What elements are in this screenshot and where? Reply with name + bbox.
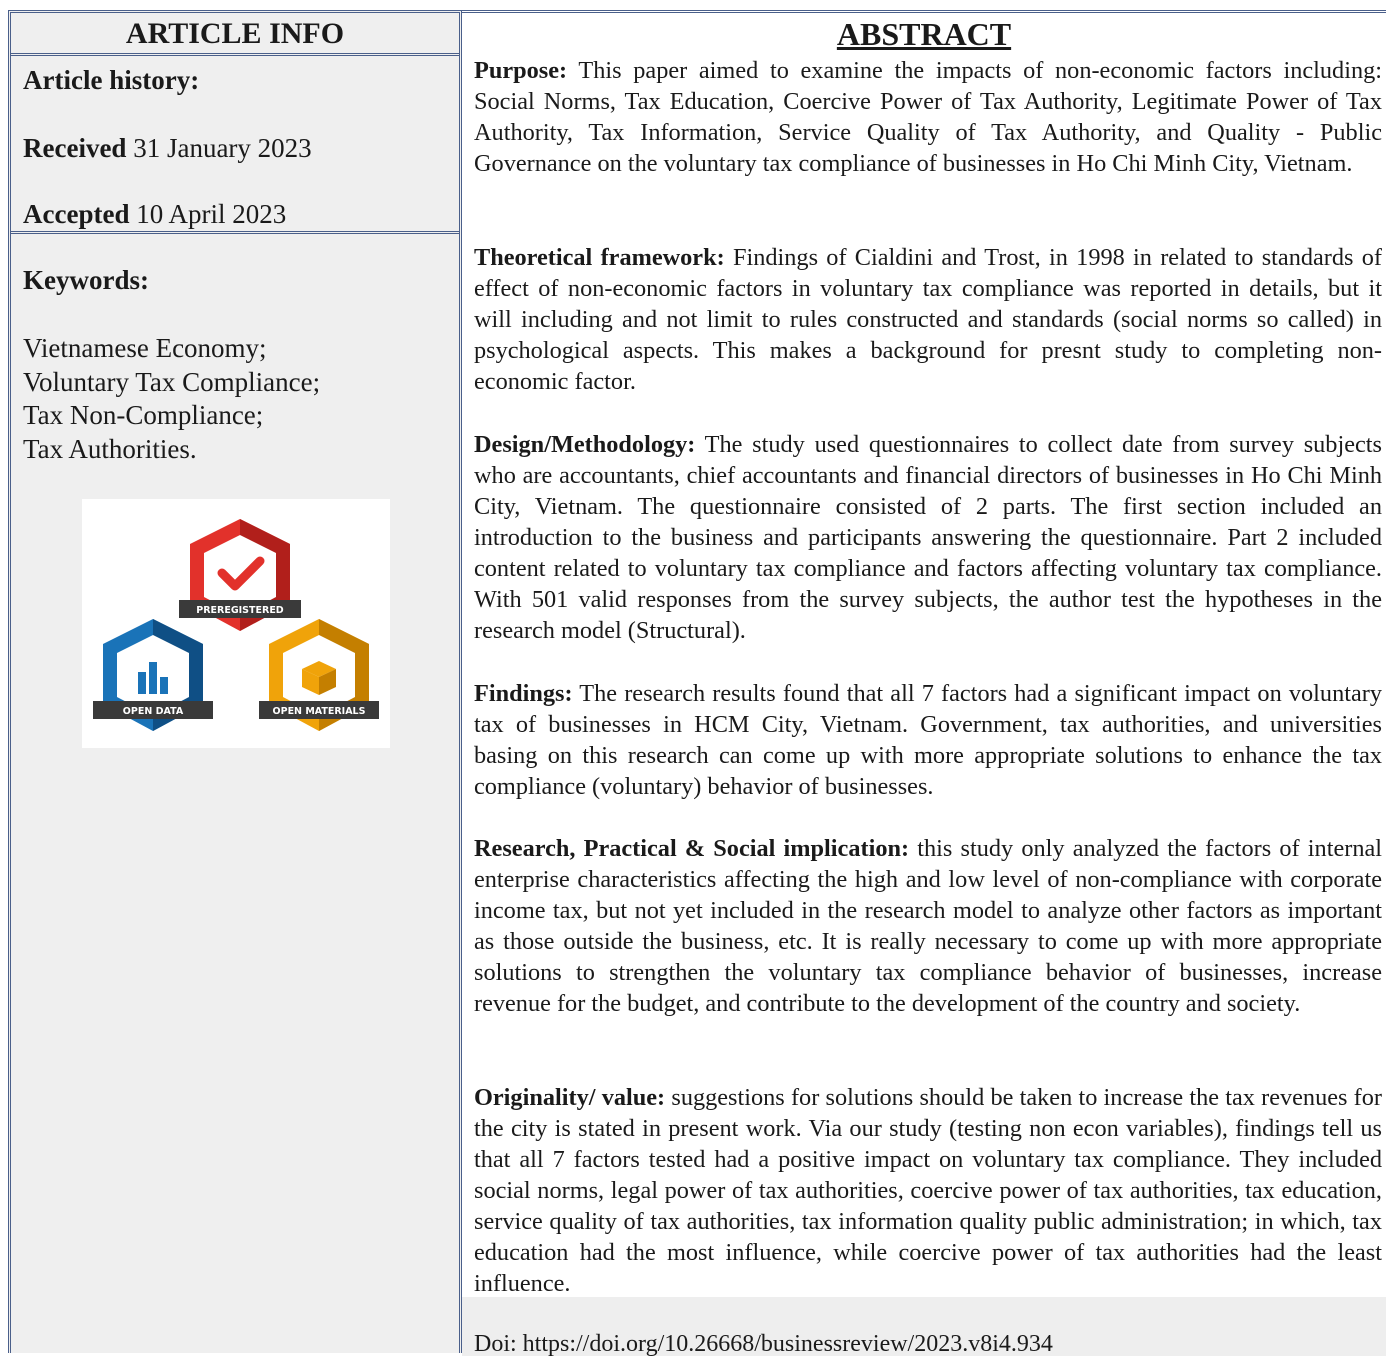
section-heading: Theoretical framework: <box>474 244 725 271</box>
received-label: Received <box>23 133 127 163</box>
open-materials-label: OPEN MATERIALS <box>273 706 366 717</box>
keywords-label: Keywords: <box>23 265 149 295</box>
section-heading: Purpose: <box>474 57 568 84</box>
received-date: 31 January 2023 <box>133 133 312 163</box>
open-science-badges: PREREGISTERED OPEN DATA OPEN MATERIALS <box>82 499 390 748</box>
abstract-section-purpose: Purpose: This paper aimed to examine the… <box>474 55 1382 179</box>
abstract-column: ABSTRACT Purpose: This paper aimed to ex… <box>462 10 1386 1358</box>
doi-link[interactable]: Doi: https://doi.org/10.26668/businessre… <box>474 1331 1053 1358</box>
article-info-header: ARTICLE INFO <box>11 13 459 56</box>
abstract-header: ABSTRACT <box>836 16 1012 52</box>
keyword-item: Tax Authorities. <box>23 434 197 464</box>
section-heading: Originality/ value: <box>474 1084 666 1111</box>
preregistered-label: PREREGISTERED <box>196 605 284 616</box>
article-history-label: Article history: <box>23 65 200 95</box>
abstract-section-theoretical-framework: Theoretical framework: Findings of Ciald… <box>474 242 1382 397</box>
section-text: The study used questionnaires to collect… <box>474 431 1382 644</box>
abstract-section-design-methodology: Design/Methodology: The study used quest… <box>474 429 1382 646</box>
accepted-date: 10 April 2023 <box>136 199 287 229</box>
open-data-label: OPEN DATA <box>123 706 184 717</box>
abstract-section-originality: Originality/ value: suggestions for solu… <box>474 1082 1382 1299</box>
section-text: The research results found that all 7 fa… <box>474 680 1382 800</box>
keyword-item: Vietnamese Economy; <box>23 333 267 363</box>
open-data-badge: OPEN DATA <box>93 619 213 731</box>
section-text: suggestions for solutions should be take… <box>474 1084 1383 1297</box>
abstract-section-implications: Research, Practical & Social implication… <box>474 833 1382 1019</box>
abstract-section-findings: Findings: The research results found tha… <box>474 678 1382 802</box>
section-heading: Design/Methodology: <box>474 431 696 458</box>
section-text: this study only analyzed the factors of … <box>474 835 1382 1017</box>
preregistered-badge: PREREGISTERED <box>179 519 301 631</box>
open-materials-badge: OPEN MATERIALS <box>259 619 379 731</box>
doi-bar: Doi: https://doi.org/10.26668/businessre… <box>462 1297 1386 1358</box>
article-history-box: Article history: Received 31 January 202… <box>11 53 459 234</box>
keyword-item: Tax Non-Compliance; <box>23 400 264 430</box>
section-heading: Research, Practical & Social implication… <box>474 835 910 862</box>
received-line: Received 31 January 2023 <box>23 133 312 164</box>
accepted-line: Accepted 10 April 2023 <box>23 199 286 230</box>
section-heading: Findings: <box>474 680 573 707</box>
keyword-item: Voluntary Tax Compliance; <box>23 367 321 397</box>
accepted-label: Accepted <box>23 199 130 229</box>
section-text: This paper aimed to examine the impacts … <box>474 57 1382 177</box>
article-info-column: ARTICLE INFO Article history: Received 3… <box>8 10 462 1353</box>
